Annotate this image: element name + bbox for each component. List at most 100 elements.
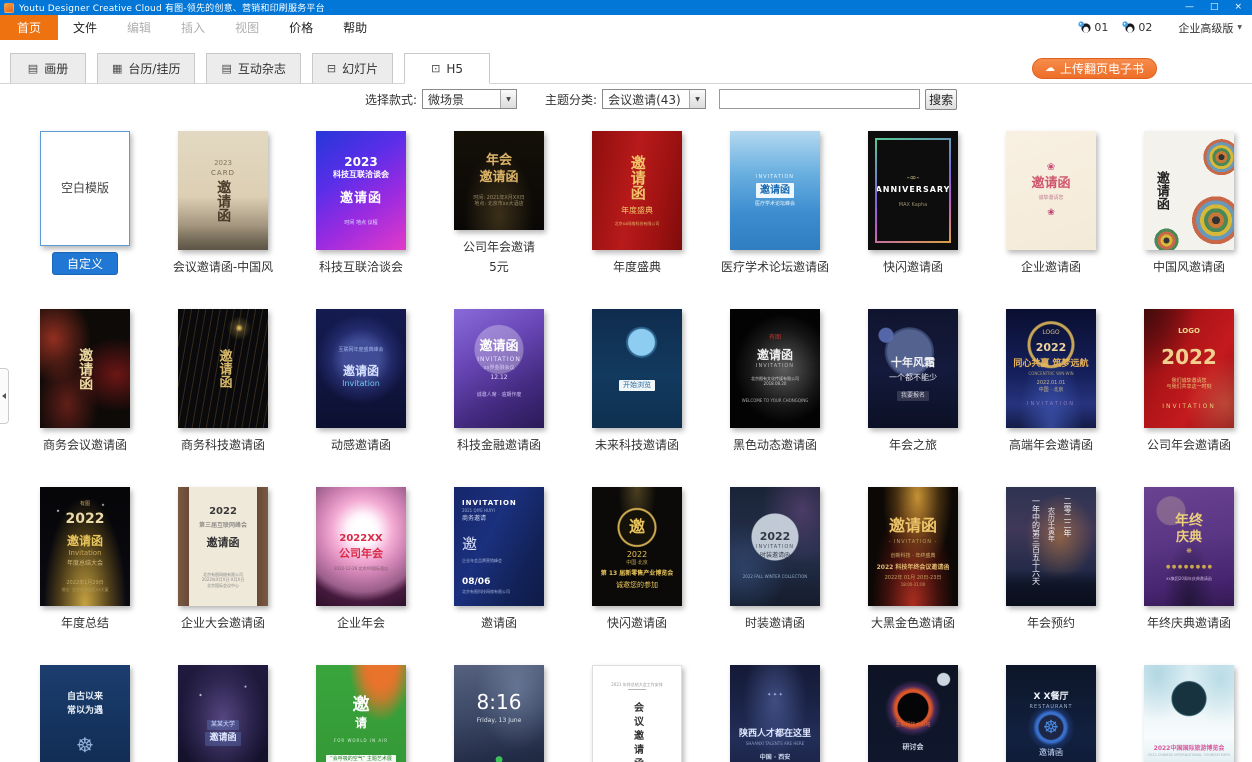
template-thumbnail[interactable]: 开始浏览 [592,309,682,428]
template-thumbnail[interactable]: 互联网技术战略研讨会 [868,665,958,762]
thumbnail-text: 08/06 [462,577,490,589]
thumbnail-text: 2022 [760,530,791,544]
template-thumbnail[interactable]: 某某大学邀请函 [178,665,268,762]
template-thumbnail[interactable]: 空白模版 [40,131,130,246]
template-thumbnail[interactable]: 邀请函INVITATIONxx界金融会议12.12诚邀人席 · 逾期作废 [454,309,544,428]
qq-account-1[interactable]: 01 [1078,21,1108,34]
menu-item-help[interactable]: 帮助 [328,15,382,40]
menu-item-file[interactable]: 文件 [58,15,112,40]
tab-album[interactable]: ▤ 画册 [10,53,86,84]
upload-ebook-button[interactable]: ☁ 上传翻页电子书 [1032,58,1157,79]
template-thumbnail[interactable]: 有图2022邀请函Invitation年度总结大会2022年1月29日地址: 北… [40,487,130,606]
tab-slides[interactable]: ⊟ 幻灯片 [312,53,393,84]
edition-selector[interactable]: 企业高级版 ▼ [1178,20,1242,36]
chevron-down-icon: ▼ [500,90,516,108]
template-thumbnail[interactable]: 邀请函年度盛典北京xx网络科技有限公司 [592,131,682,250]
template-thumbnail[interactable]: 邀请函- INVITATION -创新科技 · 年终盛典2022 科技年终会议邀… [868,487,958,606]
category-filter-label: 主题分类: [545,91,597,108]
search-button[interactable]: 搜索 [925,89,957,110]
close-button[interactable]: × [1234,0,1242,15]
template-card: 有图2022邀请函Invitation年度总结大会2022年1月29日地址: 北… [40,487,130,631]
template-thumbnail[interactable]: ❀邀请函诚挚邀请您❀ [1006,131,1096,250]
template-thumbnail[interactable]: 有图邀请函INVITATION北京图有文化传媒有限公司2018.08.20WEL… [730,309,820,428]
thumbnail-text: 中国 · 北京 [1039,387,1064,394]
thumbnail-text: 邀请函 [757,348,793,364]
style-select-value: 微场景 [423,91,500,108]
template-label: 企业年会 [337,614,385,631]
customize-button[interactable]: 自定义 [52,252,118,275]
left-panel-toggle[interactable] [0,368,9,424]
thumbnail-text: MAX Kapha [899,202,927,209]
tab-calendar[interactable]: ▦ 台历/挂历 [97,53,195,84]
thumbnail-text: 二零二二年 [1062,497,1072,537]
template-card: 2022XX公司年会2022-12-26 北京XX国际酒店企业年会 [316,487,406,631]
thumbnail-text: ❀ [1047,161,1055,174]
template-thumbnail[interactable]: LOGO2022同心共赢 筑梦远航CONCENTRIC WIN-WIN2022.… [1006,309,1096,428]
template-thumbnail[interactable]: -∞-ANNIVERSARYMAX Kapha [868,131,958,250]
thumbnail-text: LOGO [1042,329,1059,337]
qq-icon [1122,21,1135,34]
tab-h5[interactable]: ⊡ H5 [404,53,490,84]
thumbnail-text: 邀 [353,694,370,716]
menu-item-home[interactable]: 首页 [0,15,58,40]
template-thumbnail[interactable]: 2022中国国际旅游博览会2022 CHINESE INTERNATIONAL … [1144,665,1234,762]
search-input[interactable] [719,89,920,109]
thumbnail-text: 一年中的第三百五十六天 [1030,497,1040,585]
thumbnail-text: 有图 [769,334,781,342]
template-thumbnail[interactable]: 年会邀请函时间: 2021年X月XX日地点: 北京市xx大酒店 [454,131,544,230]
thumbnail-text: 邀请函 [340,191,382,208]
thumbnail-text: INVITATION [756,363,794,370]
thumbnail-text: 2022-12-26 北京XX国际酒店 [334,566,388,571]
thumbnail-text: 自古以来 [67,692,103,704]
category-select[interactable]: 会议邀请(43) ▼ [602,89,706,109]
template-label: 公司年会邀请函 [1147,436,1231,453]
template-thumbnail[interactable]: 邀请FOR WORLD IN AIR“会呼吸的空气” 主题艺术展 [316,665,406,762]
template-thumbnail[interactable]: 邀请函 [40,309,130,428]
thumbnail-text: ☸ [76,732,94,758]
template-thumbnail[interactable]: 2021 年终总结大会工作安排──────会议邀请函 [592,665,682,762]
style-select[interactable]: 微场景 ▼ [422,89,517,109]
thumbnail-text: 邀请函 [1039,748,1063,758]
template-thumbnail[interactable]: 邀2022中国·北京第 13 届新零售产业博览会诚邀您的参加 [592,487,682,606]
qq-account-2[interactable]: 02 [1122,21,1152,34]
thumbnail-text: 邀请函 [479,170,518,187]
template-thumbnail[interactable]: 8:16Friday, 13 June● [454,665,544,762]
template-thumbnail[interactable]: 一年中的第三百五十六天农历壬寅年二零二二年 [1006,487,1096,606]
template-card: 邀请FOR WORLD IN AIR“会呼吸的空气” 主题艺术展 [316,665,406,762]
template-thumbnail[interactable]: INVITATION2021 QIYE HUIYI商务邀请邀企业年会品牌营销峰会… [454,487,544,606]
template-card: 邀请函中国风邀请函 [1144,131,1234,275]
template-thumbnail[interactable]: 自古以来常以为遇☸ [40,665,130,762]
thumbnail-text: 邀请函 [214,180,232,222]
thumbnail-text: 地址: 北京市海淀区xx大厦 [61,587,108,592]
tab-calendar-label: 台历/挂历 [128,60,180,77]
tab-magazine[interactable]: ▤ 互动杂志 [206,53,300,84]
thumbnail-text: ✦ ✦ ✦ [767,692,783,699]
minimize-button[interactable]: — [1185,0,1194,15]
thumbnail-text: 邀请函 [627,155,647,200]
template-thumbnail[interactable]: LOGO2022我们诚挚邀请您与我们共享这一时刻INVITATION [1144,309,1234,428]
template-thumbnail[interactable]: 年终庆典❋● ● ● ● ● ● ● ●xx集团20周年庆典邀请函 [1144,487,1234,606]
template-thumbnail[interactable]: 邀请函 [1144,131,1234,250]
template-thumbnail[interactable]: INVITATION邀请函医疗学术论坛峰会 [730,131,820,250]
template-label: 年会预约 [1027,614,1075,631]
template-thumbnail[interactable]: 2022INVITATION时装邀请函2022 FALL WINTER COLL… [730,487,820,606]
thumbnail-text: 邀请函 [1031,176,1070,193]
template-card: 自古以来常以为遇☸ [40,665,130,762]
menu-item-price[interactable]: 价格 [274,15,328,40]
thumbnail-text: 地点: 北京市xx大酒店 [474,201,523,208]
maximize-button[interactable]: □ [1210,0,1219,15]
template-thumbnail[interactable]: 2023科技互联洽谈会邀请函时间 地点 议程 [316,131,406,250]
thumbnail-text: 2021 QIYE HUIYI [462,508,495,513]
template-thumbnail[interactable]: X X餐厅RESTAURANT☸邀请函 [1006,665,1096,762]
template-thumbnail[interactable]: 2022XX公司年会2022-12-26 北京XX国际酒店 [316,487,406,606]
template-thumbnail[interactable]: ✦ ✦ ✦陕西人才都在这里SHAANXI TALENTS ARE HERE中国 … [730,665,820,762]
template-thumbnail[interactable]: 互联网年度盛典峰会邀请函Invitation [316,309,406,428]
thumbnail-text: 2022 CHINESE INTERNATIONAL TOURISM EXPO [1148,753,1230,758]
thumbnail-text: 我要报名 [897,391,929,401]
template-thumbnail[interactable]: 邀请函 [178,309,268,428]
thumbnail-text: 邀请函 [889,516,937,537]
template-thumbnail[interactable]: 2022第三届互联网峰会邀请函北京有图网络有限公司2022年X月X日-X月X日北… [178,487,268,606]
template-label: 会议邀请函-中国风 [173,258,273,275]
template-thumbnail[interactable]: 2023CARD邀请函 [178,131,268,250]
template-thumbnail[interactable]: 十年风霜一个都不能少我要报名 [868,309,958,428]
